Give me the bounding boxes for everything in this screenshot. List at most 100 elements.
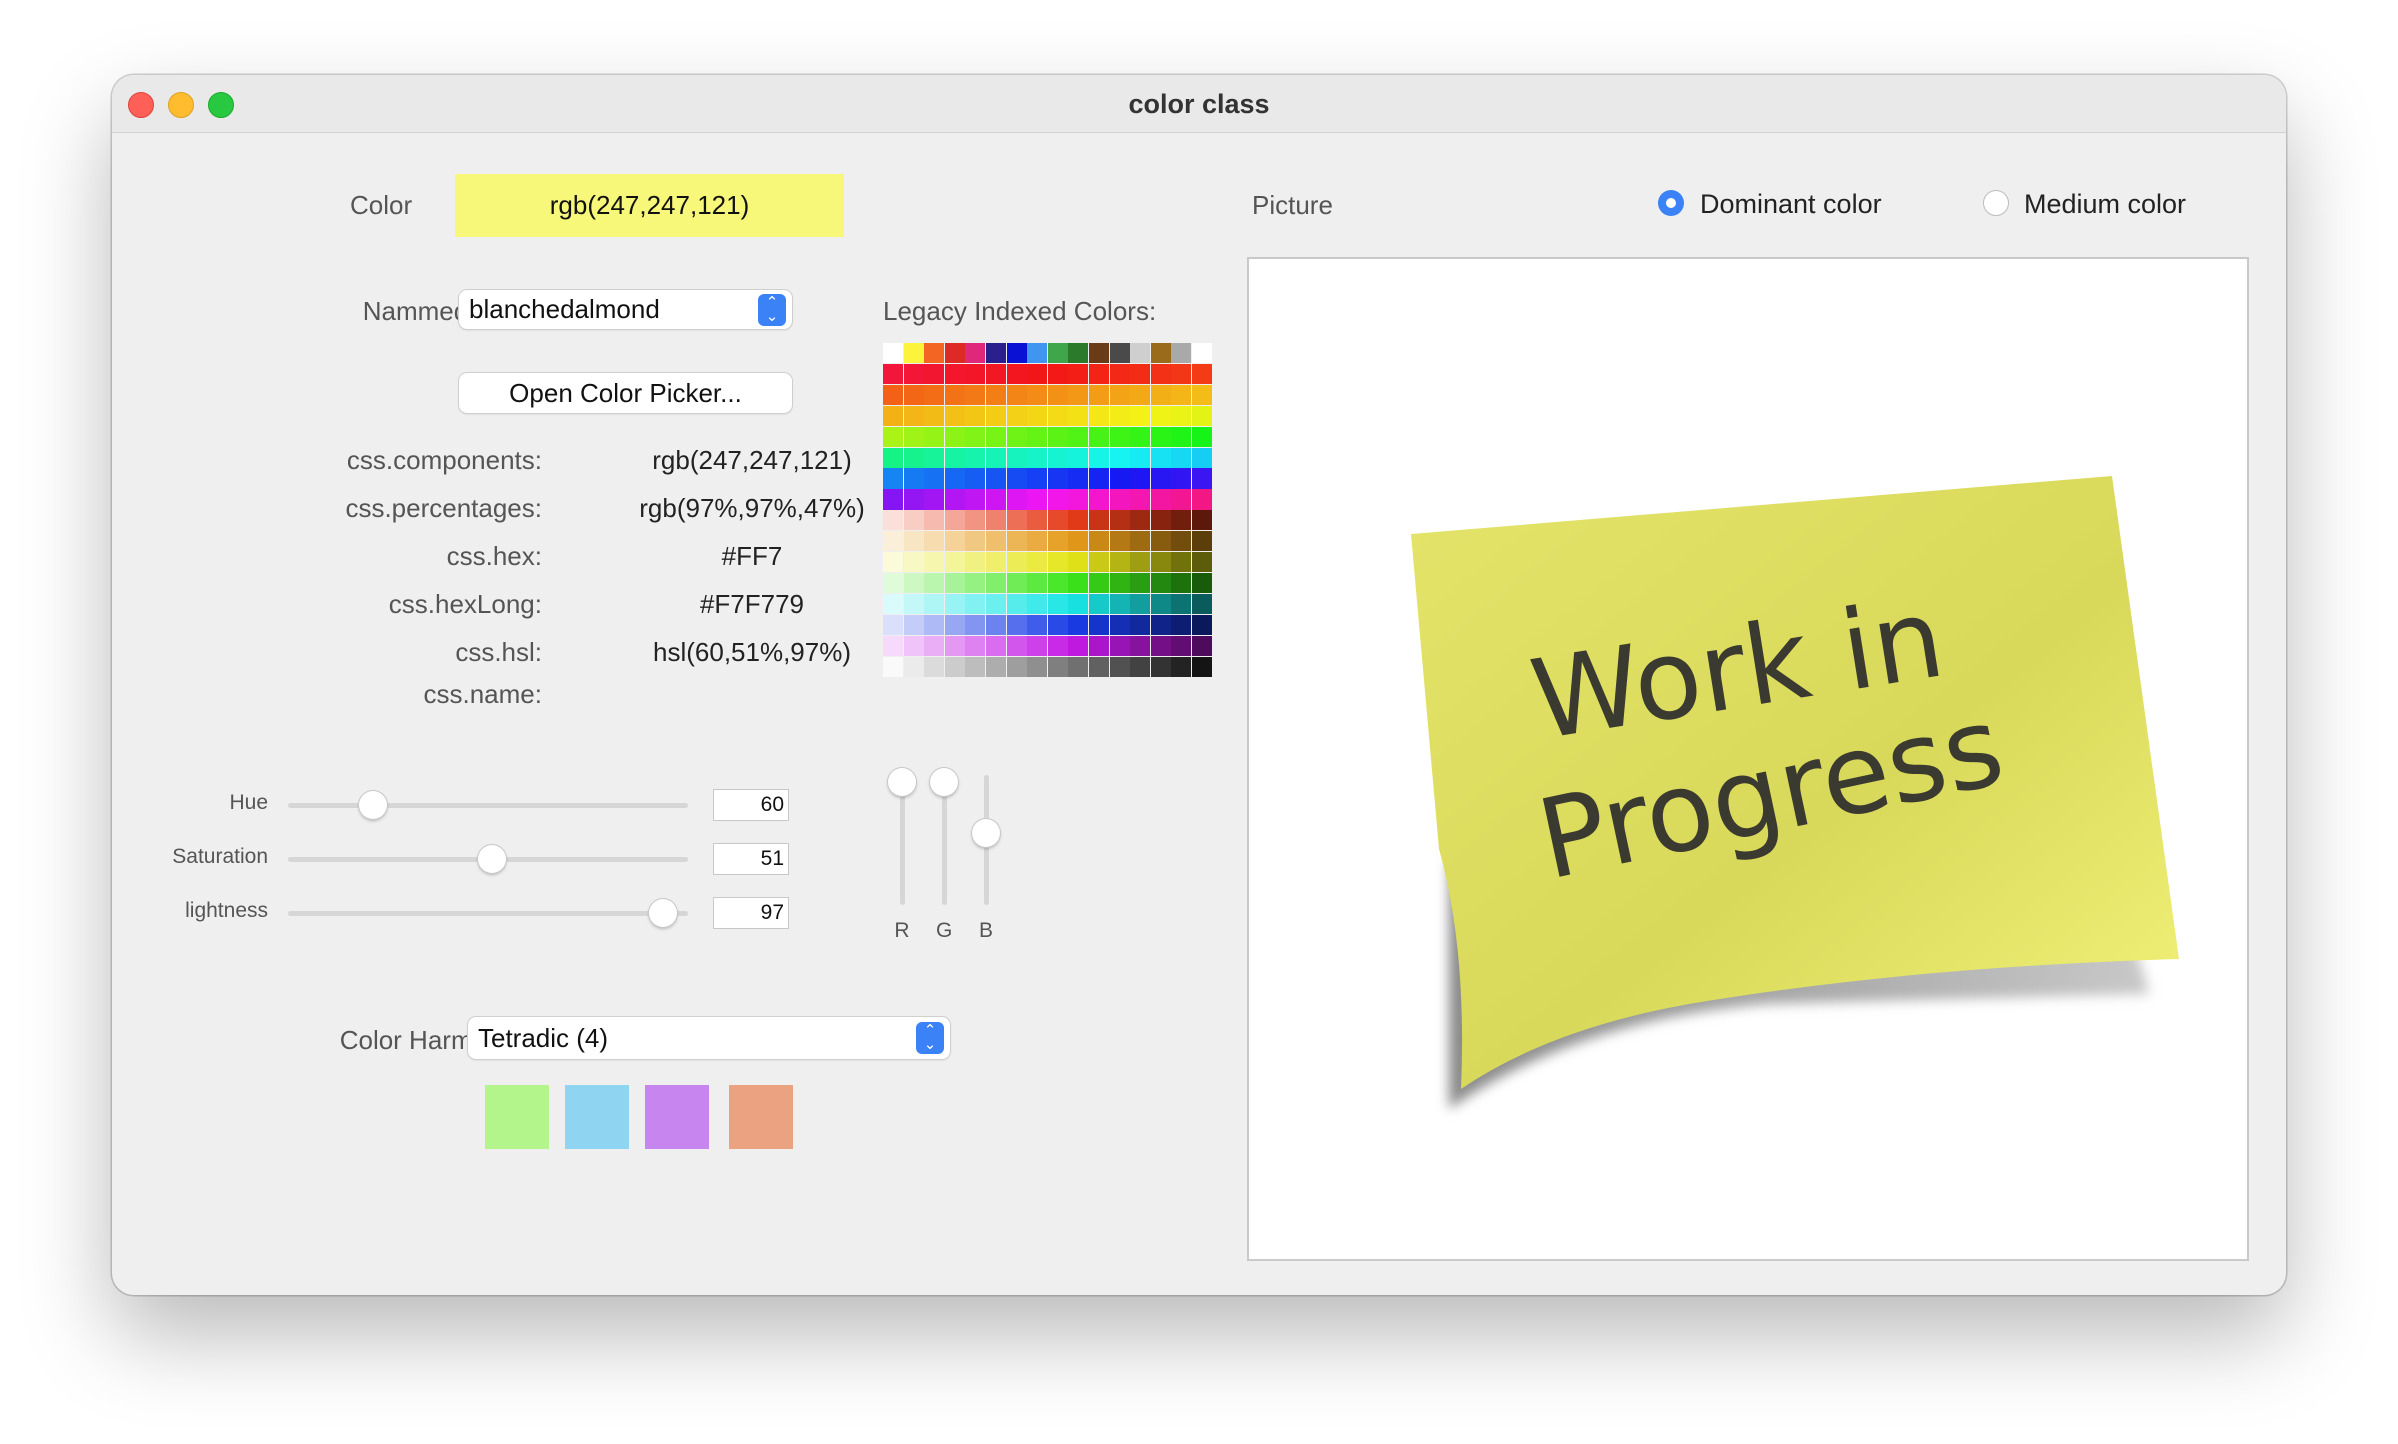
palette-cell[interactable]	[903, 510, 924, 531]
palette-cell[interactable]	[1089, 447, 1109, 468]
palette-cell[interactable]	[1027, 384, 1048, 406]
palette-cell[interactable]	[903, 384, 924, 406]
palette-cell[interactable]	[1006, 656, 1027, 677]
palette-cell[interactable]	[1089, 426, 1109, 447]
palette-cell[interactable]	[883, 656, 903, 677]
palette-cell[interactable]	[1047, 405, 1068, 426]
palette-cell[interactable]	[924, 614, 945, 635]
palette-cell[interactable]	[883, 447, 903, 468]
palette-cell[interactable]	[924, 426, 945, 447]
palette-cell[interactable]	[1047, 426, 1068, 447]
palette-cell[interactable]	[1047, 343, 1068, 364]
palette-cell[interactable]	[986, 363, 1006, 385]
palette-cell[interactable]	[1006, 635, 1027, 656]
harmony-swatch[interactable]	[645, 1085, 709, 1149]
palette-cell[interactable]	[1109, 468, 1130, 489]
palette-cell[interactable]	[903, 614, 924, 635]
palette-cell[interactable]	[944, 510, 965, 531]
palette-cell[interactable]	[1006, 614, 1027, 635]
named-colors-select[interactable]: blanchedalmond ⌃ ⌄	[459, 290, 792, 329]
palette-cell[interactable]	[924, 343, 945, 364]
palette-cell[interactable]	[1006, 593, 1027, 615]
palette-cell[interactable]	[883, 489, 903, 510]
palette-cell[interactable]	[1068, 656, 1089, 677]
palette-cell[interactable]	[1171, 426, 1192, 447]
palette-cell[interactable]	[924, 510, 945, 531]
vertical-slider-knob[interactable]	[930, 768, 958, 797]
palette-cell[interactable]	[924, 593, 945, 615]
palette-cell[interactable]	[1068, 572, 1089, 594]
palette-cell[interactable]	[944, 635, 965, 656]
palette-cell[interactable]	[1130, 510, 1151, 531]
palette-cell[interactable]	[903, 447, 924, 468]
palette-cell[interactable]	[1068, 614, 1089, 635]
palette-cell[interactable]	[1089, 572, 1109, 594]
palette-cell[interactable]	[1027, 510, 1048, 531]
slider-value-field[interactable]: 51	[713, 843, 789, 875]
palette-cell[interactable]	[1171, 468, 1192, 489]
palette-cell[interactable]	[1150, 343, 1171, 364]
vertical-slider-knob[interactable]	[972, 819, 1000, 848]
palette-cell[interactable]	[1006, 447, 1027, 468]
palette-cell[interactable]	[1068, 468, 1089, 489]
palette-cell[interactable]	[965, 510, 986, 531]
palette-cell[interactable]	[1027, 426, 1048, 447]
palette-cell[interactable]	[903, 531, 924, 552]
palette-cell[interactable]	[1192, 572, 1212, 594]
palette-cell[interactable]	[1130, 384, 1151, 406]
palette-cell[interactable]	[1150, 489, 1171, 510]
palette-cell[interactable]	[1068, 635, 1089, 656]
palette-cell[interactable]	[1192, 468, 1212, 489]
palette-cell[interactable]	[924, 489, 945, 510]
medium-color-radio[interactable]	[1983, 190, 2009, 216]
palette-cell[interactable]	[924, 405, 945, 426]
palette-cell[interactable]	[1027, 447, 1048, 468]
palette-cell[interactable]	[1027, 343, 1048, 364]
palette-cell[interactable]	[903, 656, 924, 677]
palette-cell[interactable]	[1192, 489, 1212, 510]
palette-cell[interactable]	[1068, 426, 1089, 447]
palette-cell[interactable]	[986, 552, 1006, 573]
palette-cell[interactable]	[1068, 593, 1089, 615]
palette-cell[interactable]	[1192, 552, 1212, 573]
palette-cell[interactable]	[1130, 593, 1151, 615]
palette-cell[interactable]	[944, 363, 965, 385]
palette-cell[interactable]	[1089, 468, 1109, 489]
palette-cell[interactable]	[965, 405, 986, 426]
palette-cell[interactable]	[1089, 510, 1109, 531]
palette-cell[interactable]	[1027, 656, 1048, 677]
palette-cell[interactable]	[1089, 552, 1109, 573]
palette-cell[interactable]	[1027, 635, 1048, 656]
palette-cell[interactable]	[986, 447, 1006, 468]
palette-cell[interactable]	[1150, 468, 1171, 489]
palette-cell[interactable]	[1047, 531, 1068, 552]
palette-cell[interactable]	[965, 572, 986, 594]
palette-cell[interactable]	[1068, 363, 1089, 385]
palette-cell[interactable]	[1150, 635, 1171, 656]
palette-cell[interactable]	[1130, 343, 1151, 364]
palette-cell[interactable]	[1192, 614, 1212, 635]
palette-cell[interactable]	[1006, 384, 1027, 406]
palette-cell[interactable]	[1192, 447, 1212, 468]
palette-cell[interactable]	[1171, 656, 1192, 677]
palette-cell[interactable]	[944, 656, 965, 677]
palette-cell[interactable]	[1006, 426, 1027, 447]
palette-cell[interactable]	[1109, 593, 1130, 615]
palette-cell[interactable]	[1150, 447, 1171, 468]
palette-cell[interactable]	[1047, 468, 1068, 489]
palette-cell[interactable]	[1130, 489, 1151, 510]
palette-cell[interactable]	[1027, 572, 1048, 594]
palette-cell[interactable]	[1171, 531, 1192, 552]
palette-cell[interactable]	[1130, 656, 1151, 677]
palette-cell[interactable]	[1109, 635, 1130, 656]
palette-cell[interactable]	[1150, 363, 1171, 385]
palette-cell[interactable]	[1109, 531, 1130, 552]
palette-cell[interactable]	[883, 405, 903, 426]
palette-cell[interactable]	[924, 656, 945, 677]
palette-cell[interactable]	[1089, 489, 1109, 510]
palette-cell[interactable]	[986, 531, 1006, 552]
palette-cell[interactable]	[986, 572, 1006, 594]
palette-cell[interactable]	[1171, 510, 1192, 531]
palette-cell[interactable]	[1109, 363, 1130, 385]
palette-cell[interactable]	[924, 552, 945, 573]
